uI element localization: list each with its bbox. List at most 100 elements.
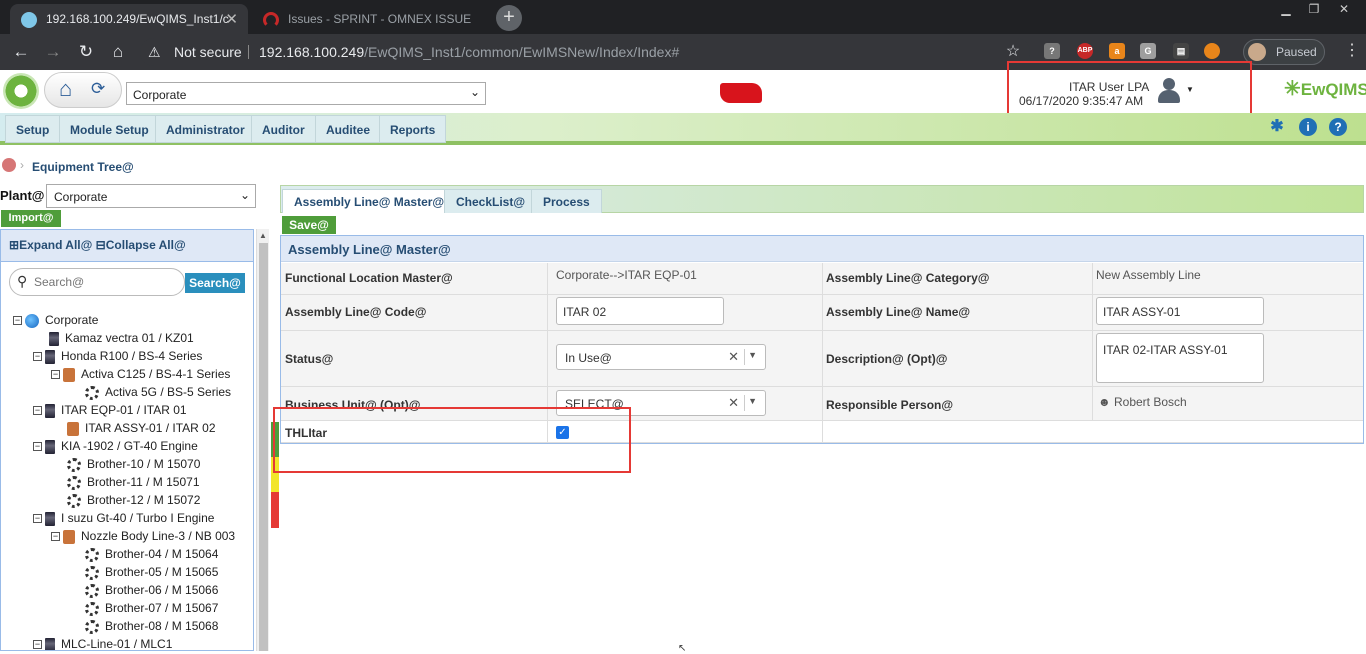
company-select[interactable]: Corporate ⌄ [126,82,486,105]
name-label: Assembly Line@ Name@ [826,305,971,319]
help-icon[interactable]: ? [1329,118,1347,136]
url-text: 192.168.100.249/EwQIMS_Inst1/common/EwIM… [259,38,679,66]
description-textarea[interactable]: ITAR 02-ITAR ASSY-01 [1096,333,1264,383]
document-extension-icon[interactable]: ▤ [1173,43,1189,59]
tree-node[interactable]: − Nozzle Body Line-3 / NB 003 [51,527,235,545]
reload-icon[interactable]: ↻ [75,41,97,63]
tree-toggle-icon[interactable]: − [13,316,22,326]
breadcrumb[interactable]: Equipment Tree@ [32,160,134,174]
plc-icon [45,349,55,364]
tree-node[interactable]: Brother-07 / M 15067 [69,599,218,617]
ewqims-logo[interactable] [3,73,39,109]
tree-node[interactable]: Brother-11 / M 15071 [51,473,200,491]
tree-toggle-icon[interactable]: − [33,514,42,524]
warning-icon: ⚠ [148,44,161,60]
tree-search-box: ⚲ [9,268,185,296]
user-dropdown-icon[interactable]: ▼ [1186,85,1194,94]
adblock-icon[interactable]: ABP [1077,43,1093,59]
clear-icon[interactable]: ✕ [728,395,739,411]
tree-node[interactable]: Brother-04 / M 15064 [69,545,218,563]
bookmark-star-icon[interactable]: ☆ [1002,41,1024,63]
menu-reports[interactable]: Reports [379,115,447,143]
extension-shield-icon[interactable]: ? [1044,43,1060,59]
chevron-down-icon: ⌄ [469,85,480,99]
tab-assembly-line-master[interactable]: Assembly Line@ Master@ [282,189,457,213]
tree-node[interactable]: Brother-05 / M 15065 [69,563,218,581]
new-tab-button[interactable]: + [496,5,522,31]
scroll-up-icon[interactable]: ▲ [259,231,267,240]
user-datetime: 06/17/2020 9:35:47 AM [1019,94,1144,108]
url-field[interactable]: ⚠ Not secure 192.168.100.249/EwQIMS_Inst… [140,38,1030,66]
tree-node[interactable]: − Corporate [13,311,98,329]
home-icon[interactable]: ⌂ [107,41,129,63]
refresh-icon[interactable]: ⟳ [91,79,105,99]
tree-toggle-icon[interactable]: − [33,406,42,416]
close-tab-icon[interactable]: ✕ [225,10,238,28]
tree-node[interactable]: Brother-08 / M 15068 [69,617,218,635]
tree-node[interactable]: Kamaz vectra 01 / KZ01 [33,329,194,347]
divider [1092,263,1093,421]
menu-administrator[interactable]: Administrator [155,115,256,143]
back-icon[interactable]: ← [10,41,32,63]
import-button[interactable]: Import@ [1,210,61,227]
clear-icon[interactable]: ✕ [728,349,739,365]
amazon-extension-icon[interactable]: a [1109,43,1125,59]
g-extension-icon[interactable]: G [1140,43,1156,59]
firefox-extension-icon[interactable] [1204,43,1220,59]
tree-node[interactable]: ITAR ASSY-01 / ITAR 02 [51,419,216,437]
menu-module-setup[interactable]: Module Setup [59,115,160,143]
tree-node[interactable]: Brother-10 / M 15070 [51,455,200,473]
tree-node[interactable]: Activa 5G / BS-5 Series [69,383,231,401]
menu-auditor[interactable]: Auditor [251,115,316,143]
tree-node-label: ITAR ASSY-01 / ITAR 02 [85,421,216,435]
menu-auditee[interactable]: Auditee [315,115,382,143]
browser-tab-issues[interactable]: Issues - SPRINT - OMNEX ISSUE [252,4,490,34]
tree-node[interactable]: − Honda R100 / BS-4 Series [33,347,202,365]
tree-toggle-icon[interactable]: − [33,352,42,362]
pin-icon[interactable]: ✱ [1268,118,1286,136]
tree-search-input[interactable] [34,275,174,289]
user-avatar-icon[interactable] [1155,76,1183,104]
tree-scrollbar[interactable]: ▲ [256,229,269,651]
collapse-all-link[interactable]: ⊟Collapse All@ [96,238,186,252]
tree-toggle-icon[interactable]: − [33,442,42,452]
tree-toolbar: ⊞Expand All@ ⊟Collapse All@ [9,238,186,252]
tree-node[interactable]: − MLC-Line-01 / MLC1 [33,635,172,650]
menu-setup[interactable]: Setup [5,115,61,143]
search-button[interactable]: Search@ [185,273,245,293]
browser-menu-icon[interactable]: ⋮ [1344,40,1360,60]
tree-node-label: Brother-11 / M 15071 [87,475,200,489]
code-input[interactable]: ITAR 02 [556,297,724,325]
plc-icon [45,403,55,418]
profile-paused-button[interactable]: Paused [1243,39,1325,65]
tree-node-label: Activa C125 / BS-4-1 Series [81,367,231,381]
browser-tab-active[interactable]: 192.168.100.249/EwQIMS_Inst1/c ✕ [10,4,248,34]
tree-node[interactable]: − ITAR EQP-01 / ITAR 01 [33,401,187,419]
tree-node[interactable]: Brother-06 / M 15066 [69,581,218,599]
tree-node[interactable]: − Activa C125 / BS-4-1 Series [51,365,230,383]
tab-process[interactable]: Process [531,189,602,213]
description-label: Description@ (Opt)@ [826,352,948,366]
tree-toggle-icon[interactable]: − [33,640,42,650]
tab-checklist[interactable]: CheckList@ [444,189,538,213]
tree-node[interactable]: Brother-12 / M 15072 [51,491,200,509]
plant-select[interactable]: Corporate ⌄ [46,184,256,208]
info-icon[interactable]: i [1299,118,1317,136]
status-select[interactable]: In Use@ ✕ ▼ [556,344,766,370]
restore-icon[interactable]: ❐ [1300,0,1328,18]
home-icon[interactable]: ⌂ [59,76,72,102]
scrollbar-thumb[interactable] [259,243,268,651]
forward-icon[interactable]: → [42,41,64,63]
tree-node[interactable]: − KIA -1902 / GT-40 Engine [33,437,198,455]
tree-toggle-icon[interactable]: − [51,370,60,380]
minimize-icon[interactable]: ▁ [1272,0,1300,18]
name-input[interactable]: ITAR ASSY-01 [1096,297,1264,325]
expand-all-link[interactable]: ⊞Expand All@ [9,238,92,252]
tree-node-label: Brother-04 / M 15064 [105,547,219,561]
tree-toggle-icon[interactable]: − [51,532,60,542]
close-window-icon[interactable]: ✕ [1330,0,1358,18]
tree-node-label: Kamaz vectra 01 / KZ01 [65,331,194,345]
save-button[interactable]: Save@ [282,216,336,234]
home-refresh-group: ⌂ ⟳ [44,72,122,108]
tree-node[interactable]: − I suzu Gt-40 / Turbo I Engine [33,509,214,527]
